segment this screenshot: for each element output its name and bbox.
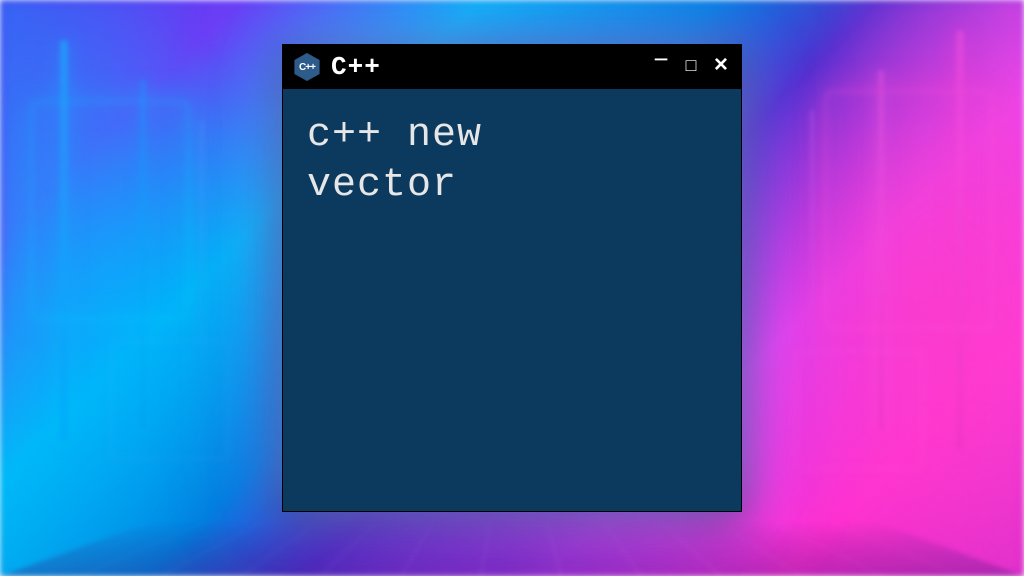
close-button[interactable]: ×	[711, 55, 731, 79]
minimize-button[interactable]: −	[651, 48, 671, 74]
terminal-content[interactable]: c++ new vector	[283, 89, 741, 511]
terminal-window: C++ C++ − □ × c++ new vector	[282, 44, 742, 512]
titlebar[interactable]: C++ C++ − □ ×	[283, 45, 741, 89]
window-title: C++	[331, 52, 641, 82]
cpp-icon-label: C++	[299, 62, 315, 73]
maximize-button[interactable]: □	[681, 58, 701, 76]
cpp-icon: C++	[293, 53, 321, 81]
window-controls: − □ ×	[651, 54, 731, 80]
